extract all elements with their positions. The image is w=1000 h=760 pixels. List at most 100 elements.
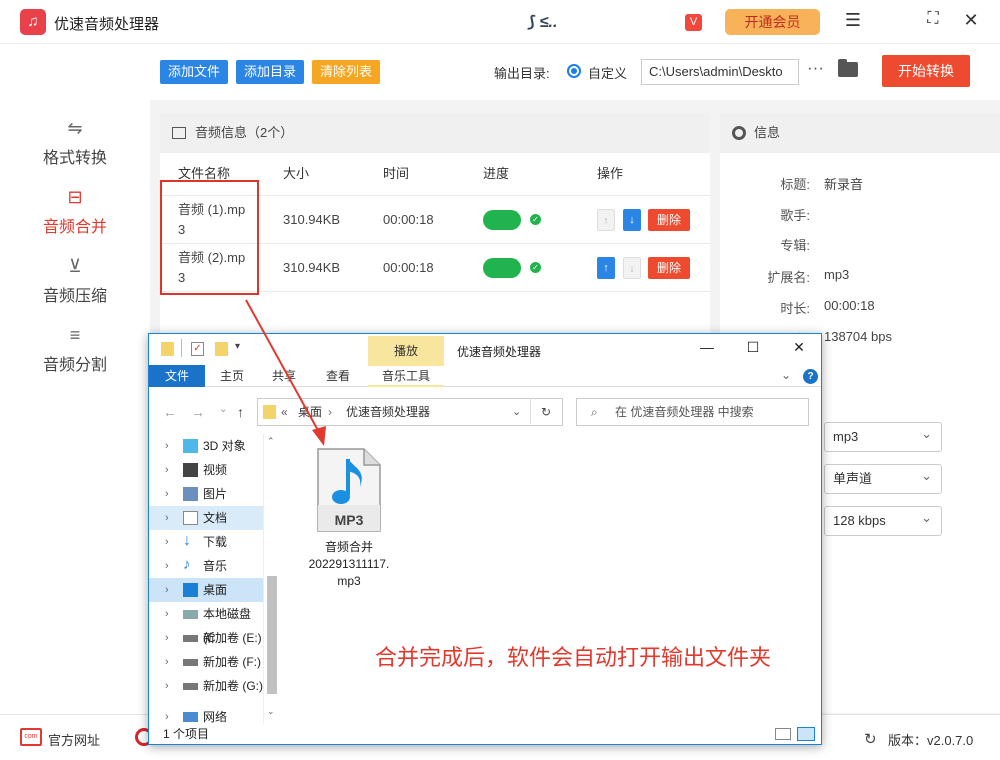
customize-toolbar-icon[interactable]: ▾ [235,341,240,352]
tab-file[interactable]: 文件 [149,365,205,387]
file-size: 310.94KB [283,260,341,275]
tab-view[interactable]: 查看 [315,365,361,387]
tree-item[interactable]: › 本地磁盘 (C [149,602,263,645]
delete-button[interactable]: 删除 [648,209,690,231]
info-duration-value: 00:00:18 [824,298,875,313]
compress-icon: ⊻ [68,256,82,276]
tree-item[interactable]: › 3D 对象 [149,434,263,458]
network-icon [183,712,198,722]
properties-icon[interactable]: ✓ [191,342,204,356]
ribbon-expand-icon[interactable]: ⌄ [781,368,791,382]
new-folder-icon[interactable] [215,342,228,356]
open-folder-icon[interactable] [838,59,858,77]
move-down-button[interactable]: ↓ [623,257,641,279]
address-bar[interactable]: « 桌面 › 优速音频处理器 ⌄ ↻ [257,398,563,426]
scroll-thumb[interactable] [267,576,277,694]
maximize-icon[interactable]: ☐ [743,339,763,356]
address-crumb-folder[interactable]: 优速音频处理器 [346,399,430,425]
drive-icon [183,683,198,690]
help-icon[interactable]: ? [803,369,818,384]
tree-item[interactable]: › 新加卷 (F:) [149,650,263,674]
info-panel-header: 信息 [720,113,1000,153]
progress-indicator [483,258,521,278]
output-path-input[interactable]: C:\Users\admin\Deskto [641,59,799,85]
audio-panel-header: 音频信息（2个） [160,113,710,153]
tree-item[interactable]: › 视频 [149,458,263,482]
address-overflow[interactable]: « [281,399,288,425]
info-panel-title: 信息 [754,125,781,140]
drive-icon [183,659,198,666]
forward-icon[interactable]: → [191,404,205,420]
delete-button[interactable]: 删除 [648,257,690,279]
sidebar-item-label: 音频分割 [42,357,107,374]
refresh-icon[interactable]: ↻ [541,399,551,425]
browse-more-button[interactable]: ··· [807,58,824,78]
move-down-button[interactable]: ↓ [623,209,641,231]
sidebar-item-audio-compress[interactable]: ⊻ 音频压缩 [0,254,150,306]
navigation-tree: › 3D 对象 › 视频 › 图片 › 文档 › ↓ 下载 › ♪ 音乐 › 桌面 › 本地磁盘 (… [149,434,281,724]
fullscreen-icon[interactable]: ⛶ [922,10,944,28]
downloads-icon: ↓ [183,532,191,549]
vip-icon[interactable]: V [685,14,702,31]
website-link[interactable]: 官方网址 [48,730,100,749]
tab-home[interactable]: 主页 [209,365,255,387]
documents-icon [183,511,198,525]
sidebar-item-label: 音频压缩 [42,288,107,305]
move-up-button[interactable]: ↑ [597,257,615,279]
info-bitrate-value: 138704 bps [824,329,892,344]
explorer-close-icon[interactable]: ✕ [789,339,809,356]
app-title: 优速音频处理器 [54,16,160,33]
clear-list-button[interactable]: 清除列表 [312,60,381,84]
address-folder-icon [263,405,276,419]
tree-item[interactable]: › ↓ 下载 [149,530,263,554]
search-input[interactable]: ⌕ 在 优速音频处理器 中搜索 [576,398,809,426]
address-dropdown-icon[interactable]: ⌄ [512,399,521,425]
refresh-icon: ↻ [864,731,877,748]
add-directory-button[interactable]: 添加目录 [236,60,305,84]
details-view-icon[interactable] [775,728,791,740]
move-up-button[interactable]: ↑ [597,209,615,231]
back-icon[interactable]: ← [163,404,177,420]
menu-icon[interactable]: ☰ [842,10,864,31]
vip-button[interactable]: 开通会员 [725,9,820,35]
sidebar-item-audio-merge[interactable]: ⊟ 音频合并 [0,185,150,237]
mp3-file-icon[interactable]: MP3 [316,447,382,533]
website-icon: com [20,728,42,746]
tree-item[interactable]: › 桌面 [149,578,263,602]
bitrate-select[interactable]: 128 kbps [824,504,942,536]
close-icon[interactable]: ✕ [960,10,982,31]
custom-radio-label: 自定义 [588,66,628,81]
watermark-logo: ⟆ ≤.. [528,14,558,31]
up-icon[interactable]: ↑ [237,404,244,420]
info-title-value: 新录音 [824,177,864,192]
tree-scrollbar[interactable]: ⌃ ⌄ [263,434,279,724]
col-actions: 操作 [597,166,624,181]
tab-share[interactable]: 共享 [261,365,307,387]
tree-item[interactable]: › 新加卷 (E:) [149,626,263,650]
add-file-button[interactable]: 添加文件 [160,60,229,84]
check-icon: ✓ [530,214,541,225]
pictures-icon [183,487,198,501]
tree-item[interactable]: › 新加卷 (G:) [149,674,263,698]
play-context-tab[interactable]: 播放 [368,336,444,366]
tree-item[interactable]: › 图片 [149,482,263,506]
format-select[interactable]: mp3 [824,420,942,452]
address-crumb-desktop[interactable]: 桌面 [298,399,322,425]
channel-select[interactable]: 单声道 [824,462,942,494]
search-icon: ⌕ [591,405,598,419]
large-icons-view-icon[interactable] [797,727,815,741]
sidebar-item-audio-split[interactable]: ≡ 音频分割 [0,323,150,375]
sidebar-item-format-convert[interactable]: ⇋ 格式转换 [0,116,150,168]
minimize-icon[interactable]: — [697,339,717,355]
file-name-label[interactable]: 音频合并 202291311117. mp3 [289,539,409,590]
recent-chevron-icon[interactable]: ⌄ [219,404,227,415]
scroll-up-icon[interactable]: ⌃ [267,436,275,447]
tab-music-tools[interactable]: 音乐工具 [368,365,444,387]
tree-item[interactable]: › 文档 [149,506,263,530]
start-convert-button[interactable]: 开始转换 [882,55,970,87]
scroll-down-icon[interactable]: ⌄ [267,706,275,717]
tree-item[interactable]: › ♪ 音乐 [149,554,263,578]
info-album-label: 专辑: [780,238,810,253]
custom-radio[interactable] [567,64,581,78]
3d-objects-icon [183,439,198,453]
